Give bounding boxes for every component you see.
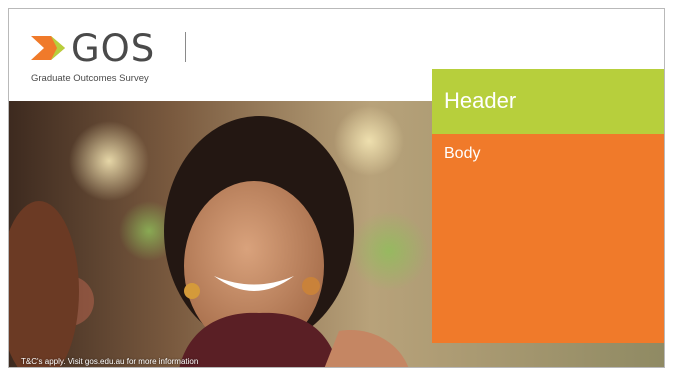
chevron-arrow-logo-icon — [31, 36, 65, 60]
panel-body: Body — [432, 134, 664, 343]
slide-frame: GOS Graduate Outcomes Survey Header Body… — [8, 8, 665, 368]
logo-wordmark: GOS — [71, 27, 156, 70]
logo-divider — [185, 32, 186, 62]
logo-tagline: Graduate Outcomes Survey — [31, 73, 149, 84]
gos-logo: GOS Graduate Outcomes Survey — [31, 27, 201, 89]
footer-note: T&C's apply. Visit gos.edu.au for more i… — [21, 357, 199, 366]
panel-header: Header — [432, 69, 664, 134]
